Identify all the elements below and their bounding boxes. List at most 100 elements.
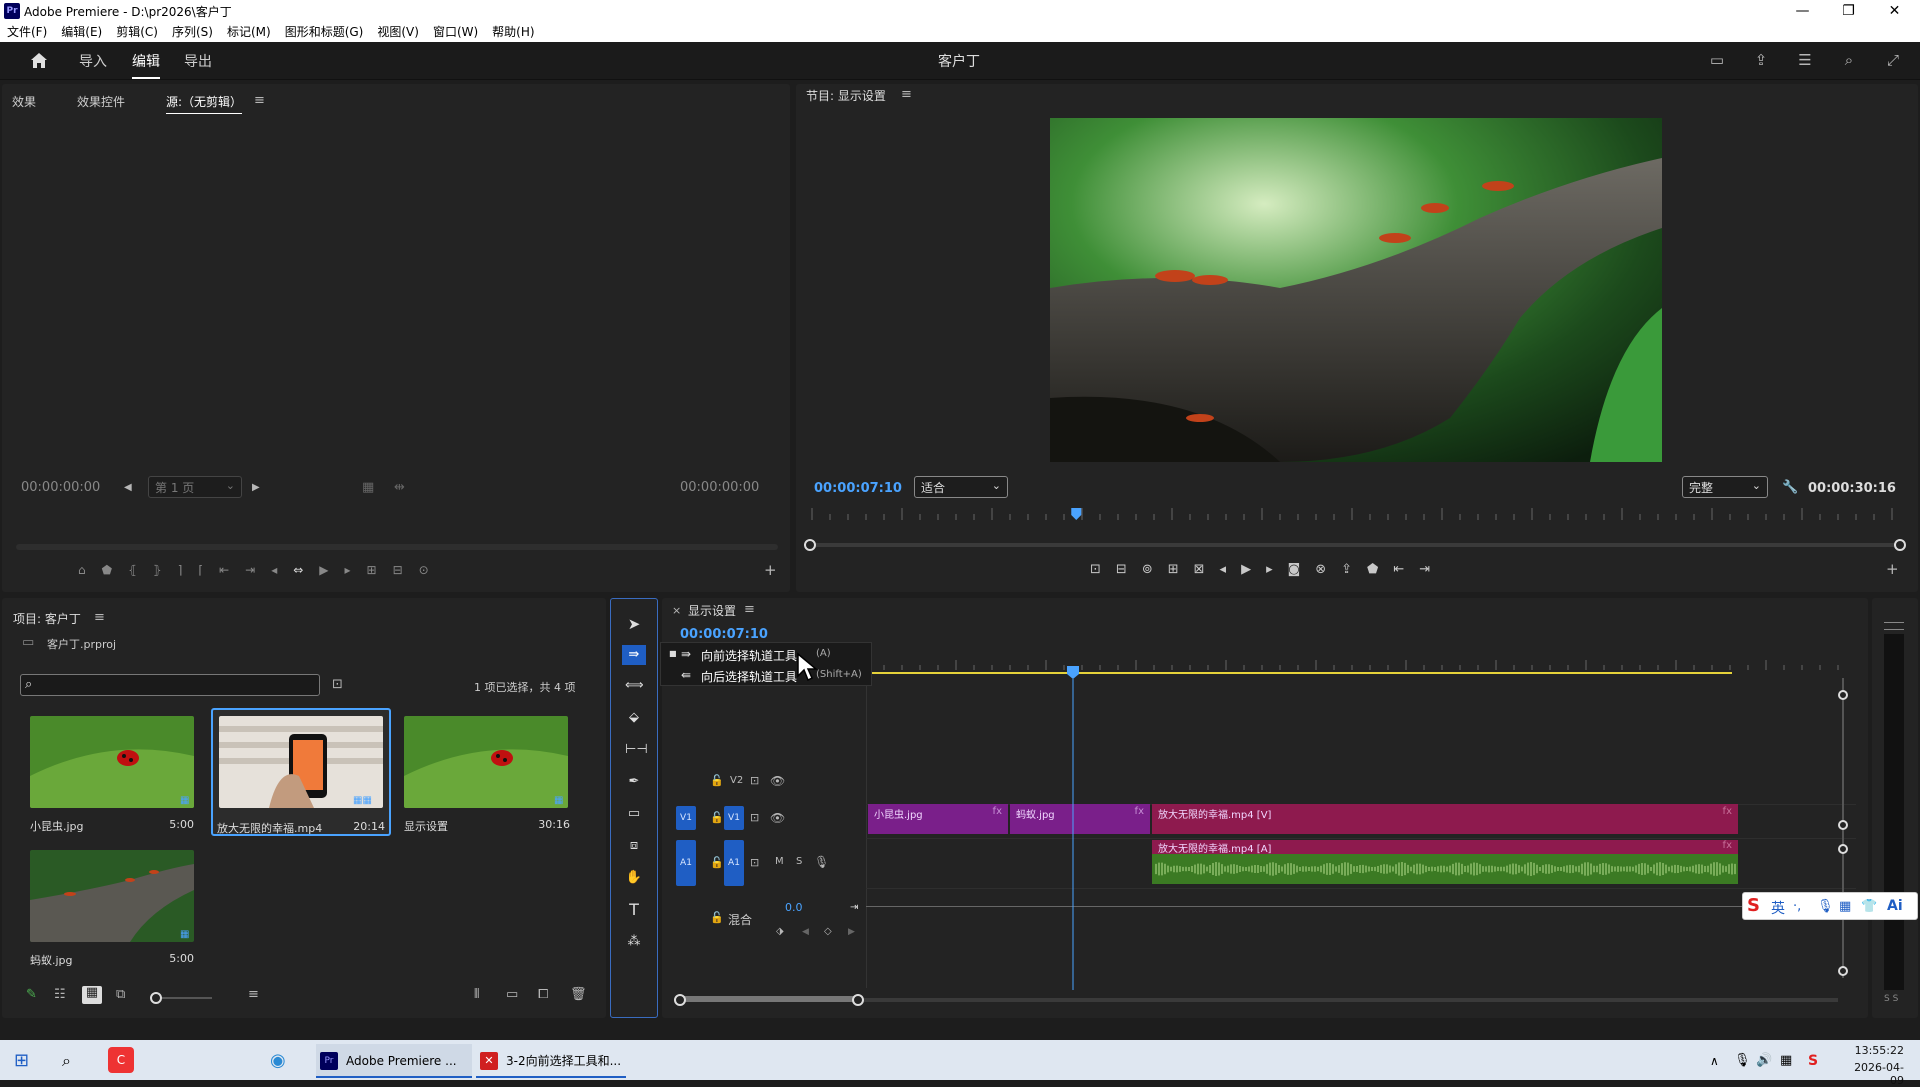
export-frame-program-icon[interactable]: ◙: [1288, 562, 1301, 580]
overwrite-icon[interactable]: ⊟: [393, 563, 403, 579]
track-target-v1[interactable]: V1: [724, 806, 744, 830]
icon-view-icon[interactable]: ▦: [82, 986, 102, 1004]
play-program-icon[interactable]: ▶: [1241, 562, 1251, 580]
windows-start-icon[interactable]: ⊞: [14, 1044, 36, 1078]
keyframe-options-icon[interactable]: ⬗: [776, 925, 784, 939]
play-icon[interactable]: ▶: [319, 563, 328, 579]
sequence-tab[interactable]: 显示设置: [688, 602, 736, 619]
go-to-out-icon[interactable]: ⇥: [245, 563, 255, 579]
selection-tool-icon[interactable]: ➤: [625, 617, 643, 632]
type-tool-icon[interactable]: T: [625, 902, 643, 918]
workspace-menu-icon[interactable]: ☰: [1796, 53, 1814, 68]
program-scrubber[interactable]: [808, 543, 1900, 547]
ime-mode-label[interactable]: 英: [1771, 898, 1785, 918]
menu-edit[interactable]: 编辑(E): [54, 22, 109, 40]
go-to-in-program-icon[interactable]: ⇤: [1393, 562, 1404, 580]
add-keyframe-icon[interactable]: ◇: [824, 925, 832, 939]
tab-edit[interactable]: 编辑: [132, 51, 160, 79]
menu-sequence[interactable]: 序列(S): [165, 22, 220, 40]
add-marker-icon[interactable]: ⬟: [102, 563, 112, 579]
slip-tool-icon[interactable]: ⊢⊣: [625, 743, 648, 757]
v-scroll-handle-audio[interactable]: [1838, 844, 1848, 854]
project-search-input[interactable]: ⌕: [20, 674, 320, 696]
menu-marker[interactable]: 标记(M): [220, 22, 278, 40]
project-item-ladybug[interactable]: ▦ 小昆虫.jpg 5:00: [28, 716, 198, 834]
fullscreen-icon[interactable]: ⤢: [1884, 53, 1902, 68]
clip-v1-video[interactable]: 放大无限的幸福.mp4 [V] fx: [1152, 804, 1738, 834]
ripple-edit-tool-icon[interactable]: ⟺: [625, 679, 644, 693]
h-scroll-handle-left[interactable]: [674, 994, 686, 1006]
razor-tool-icon[interactable]: ⬙: [625, 711, 643, 725]
go-to-in-icon[interactable]: ⇤: [219, 563, 229, 579]
clear-out-icon[interactable]: ⌈: [198, 563, 203, 579]
tray-volume-icon[interactable]: 🔊: [1756, 1044, 1772, 1078]
tab-effect-controls[interactable]: 效果控件: [77, 93, 125, 110]
lift-icon[interactable]: ⊡: [1090, 562, 1101, 580]
solo-meter-label[interactable]: S S: [1884, 994, 1898, 1004]
tab-import[interactable]: 导入: [79, 51, 107, 71]
page-select[interactable]: 第 1 页 ⌄: [148, 476, 242, 498]
quality-select[interactable]: 完整 ⌄: [1682, 476, 1768, 498]
microphone-icon[interactable]: 🎙: [814, 855, 829, 869]
ime-shirt-icon[interactable]: 👕: [1861, 900, 1877, 914]
v-scroll-handle-mid[interactable]: [1838, 820, 1848, 830]
ime-ai-button[interactable]: Ai: [1887, 898, 1903, 914]
project-item-sequence[interactable]: ▦ 显示设置 30:16: [402, 716, 574, 834]
taskbar-premiere[interactable]: Pr Adobe Premiere ...: [316, 1044, 472, 1078]
source-scrubber[interactable]: [16, 544, 778, 550]
lock-v2-icon[interactable]: 🔓: [710, 774, 724, 788]
zoom-slider-track[interactable]: [162, 997, 212, 999]
menu-view[interactable]: 视图(V): [370, 22, 426, 40]
timeline-playhead[interactable]: [1066, 666, 1080, 990]
v-scroll-handle-bottom[interactable]: [1838, 966, 1848, 976]
pencil-icon[interactable]: ✎: [26, 988, 37, 1002]
taskbar-search-icon[interactable]: ⌕: [62, 1044, 84, 1078]
minimize-icon[interactable]: —: [1780, 0, 1825, 22]
tooltip-item-forward[interactable]: 向前选择轨道工具: [701, 647, 797, 664]
zoom-handle-right[interactable]: [1894, 539, 1906, 551]
lock-a1-icon[interactable]: 🔓: [710, 856, 724, 870]
project-item-ants[interactable]: ▦ 蚂蚁.jpg 5:00: [28, 850, 198, 968]
sync-lock-a1-icon[interactable]: ⊡: [750, 856, 759, 870]
insert-icon[interactable]: ⊞: [367, 563, 377, 579]
pen-tool-icon[interactable]: ✒: [625, 775, 643, 789]
new-search-bin-icon[interactable]: ⊡: [332, 678, 343, 692]
wrench-icon[interactable]: 🔧: [1782, 481, 1798, 495]
home-icon[interactable]: [30, 52, 48, 69]
next-keyframe-icon[interactable]: ▶: [848, 925, 855, 939]
clip-v1-ladybug[interactable]: 小昆虫.jpg fx: [868, 804, 1008, 834]
source-panel-menu-icon[interactable]: ≡: [254, 94, 265, 108]
go-to-end-icon[interactable]: ⇥: [850, 901, 858, 915]
tab-export[interactable]: 导出: [184, 51, 212, 71]
play-in-to-out-icon[interactable]: ⇔: [293, 563, 303, 579]
zoom-slider-handle[interactable]: [150, 992, 162, 1004]
hand-tool-icon[interactable]: ✋: [625, 871, 643, 885]
trash-icon[interactable]: 🗑: [570, 988, 587, 1002]
restore-icon[interactable]: ❐: [1826, 0, 1871, 22]
program-preview-image[interactable]: [1050, 118, 1662, 462]
lock-mix-icon[interactable]: 🔓: [710, 911, 724, 925]
mute-a1-button[interactable]: M: [775, 856, 784, 867]
list-view-icon[interactable]: ☷: [54, 988, 66, 1002]
program-menu-icon[interactable]: ≡: [901, 88, 912, 102]
program-time-ruler[interactable]: [804, 508, 1910, 524]
project-item-video[interactable]: ▦▦ 放大无限的幸福.mp4 20:14: [211, 708, 391, 836]
scale-icon[interactable]: ⇹: [394, 481, 405, 495]
new-item-icon[interactable]: ⧠: [538, 988, 548, 1002]
share-program-icon[interactable]: ⇪: [1341, 562, 1352, 580]
step-back-program-icon[interactable]: ◂: [1220, 562, 1227, 580]
generate-tool-icon[interactable]: ⁂: [625, 935, 643, 949]
ime-punct-icon[interactable]: ·,: [1793, 900, 1801, 914]
next-page-icon[interactable]: ▶: [252, 481, 260, 495]
timeline-menu-icon[interactable]: ≡: [744, 603, 755, 617]
timeline-timecode[interactable]: 00:00:07:10: [680, 627, 768, 642]
track-select-tool-icon[interactable]: ⇛: [622, 645, 646, 665]
tray-network-icon[interactable]: ▦: [1780, 1044, 1792, 1078]
menu-window[interactable]: 窗口(W): [426, 22, 485, 40]
close-icon[interactable]: ✕: [1872, 0, 1917, 22]
solo-a1-button[interactable]: S: [796, 856, 802, 867]
drop-icon[interactable]: ⌂: [78, 563, 86, 579]
tab-effects[interactable]: 效果: [12, 93, 36, 110]
zoom-handle-left[interactable]: [804, 539, 816, 551]
clip-a1-waveform[interactable]: [1152, 854, 1738, 884]
